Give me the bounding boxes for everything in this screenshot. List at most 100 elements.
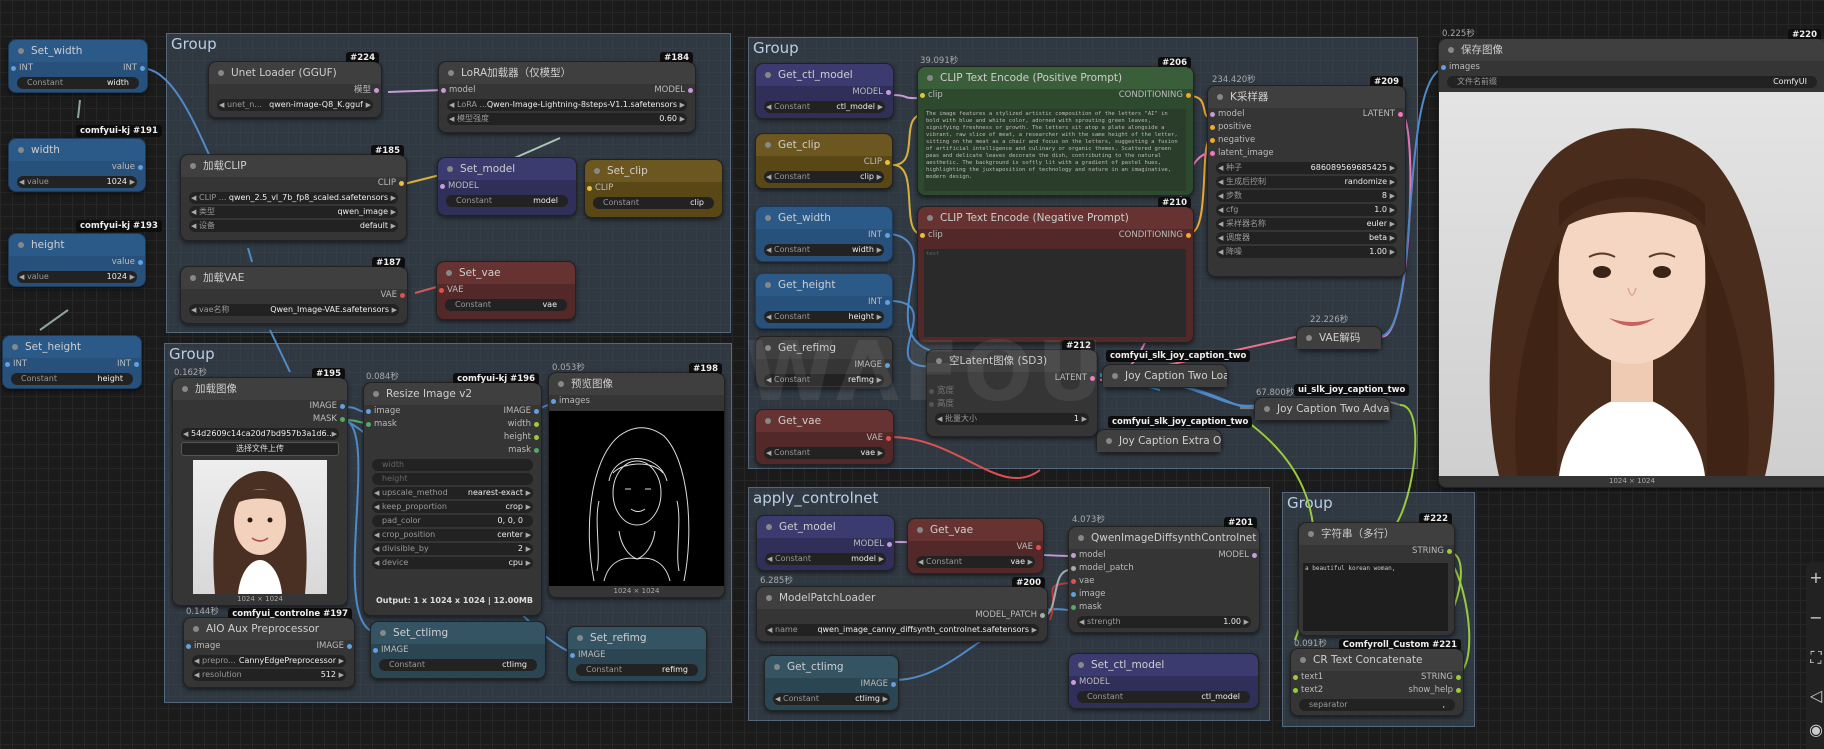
input-slot[interactable]	[1210, 138, 1215, 143]
output-slot[interactable]	[886, 436, 891, 441]
set-refimg-node[interactable]: Set_refimg IMAGE Constant refimg	[567, 626, 707, 682]
output-slot[interactable]	[340, 404, 345, 409]
output-slot[interactable]	[138, 165, 143, 170]
image-select[interactable]: 54d2609c14ca20d7bd957b3a1d6...	[181, 428, 339, 440]
vae-loader-node[interactable]: #187 加载VAE VAE vae名称Qwen_Image-VAE.safet…	[180, 257, 408, 324]
constant-widget[interactable]: Constant refimg	[576, 664, 698, 676]
output-slot[interactable]	[534, 409, 539, 414]
divisible-by-widget[interactable]: divisible_by2	[372, 543, 533, 555]
save-image-node[interactable]: #220 保存图像 images 文件名前缀 ComfyUI 1024 × 102…	[1438, 29, 1824, 488]
height-primitive-node[interactable]: height value value1024	[8, 233, 146, 287]
constant-widget[interactable]: Constant model	[446, 195, 568, 207]
zoom-out-icon[interactable]: −	[1808, 608, 1824, 632]
aio-aux-preprocessor-node[interactable]: comfyui_controlne #197 AIO Aux Preproces…	[183, 608, 355, 688]
input-slot[interactable]	[11, 66, 16, 71]
constant-widget[interactable]: Constant width	[17, 77, 139, 89]
device-select[interactable]: 设备default	[189, 220, 398, 232]
constant-select[interactable]: Constantctl_model	[764, 101, 885, 113]
input-slot[interactable]	[440, 184, 445, 189]
output-slot[interactable]	[688, 88, 693, 93]
model-patch-loader-node[interactable]: #200 ModelPatchLoader MODEL_PATCH nameqw…	[756, 577, 1048, 642]
get-ctlimg-node[interactable]: Get_ctlimg IMAGE Constantctlimg	[764, 655, 899, 711]
negative-prompt-textarea[interactable]: text	[924, 249, 1186, 337]
output-slot[interactable]	[399, 181, 404, 186]
set-width-node[interactable]: Set_width INT INT Constant width	[8, 39, 148, 93]
constant-select[interactable]: Constantclip	[764, 171, 884, 183]
get-width-node[interactable]: Get_width INT Constantwidth	[755, 206, 893, 262]
constant-select[interactable]: Constantvae	[764, 447, 885, 459]
output-slot[interactable]	[140, 66, 145, 71]
output-slot[interactable]	[885, 160, 890, 165]
output-slot[interactable]	[1186, 233, 1191, 238]
output-slot[interactable]	[1398, 112, 1403, 117]
constant-widget[interactable]: Constant clip	[593, 197, 714, 209]
output-slot[interactable]	[374, 88, 379, 93]
preprocessor-select[interactable]: prepro...CannyEdgePreprocessor	[192, 655, 346, 667]
input-slot[interactable]	[1441, 65, 1446, 70]
input-slot[interactable]	[570, 653, 575, 658]
input-slot[interactable]	[920, 233, 925, 238]
output-slot[interactable]	[1447, 549, 1452, 554]
joy-caption-load-node[interactable]: Joy Caption Two Load	[1102, 364, 1228, 388]
vae-name-select[interactable]: vae名称Qwen_Image-VAE.safetensors	[189, 304, 399, 316]
set-height-node[interactable]: Set_height INT INT Constant height	[2, 335, 142, 389]
strength-widget[interactable]: strength1.00	[1077, 616, 1251, 628]
clip-text-encode-positive-node[interactable]: #206 CLIP Text Encode (Positive Prompt) …	[917, 57, 1194, 196]
input-slot[interactable]	[551, 399, 556, 404]
input-slot[interactable]	[1293, 675, 1298, 680]
value-widget[interactable]: value1024	[17, 271, 137, 283]
resize-image-node[interactable]: comfyui-kj #196 Resize Image v2 image IMA…	[363, 373, 542, 616]
width-primitive-node[interactable]: width value value1024	[8, 138, 146, 192]
input-slot[interactable]	[587, 186, 592, 191]
constant-select[interactable]: Constantheight	[764, 311, 884, 323]
seed-widget[interactable]: 种子686089569685425	[1216, 162, 1397, 174]
clip-type-select[interactable]: 类型qwen_image	[189, 206, 398, 218]
upscale-method-select[interactable]: upscale_methodnearest-exact	[372, 487, 533, 499]
preview-image-node[interactable]: #198 预览图像 images 1024 × 1024	[548, 363, 725, 598]
filename-prefix-widget[interactable]: 文件名前缀 ComfyUI	[1447, 76, 1817, 88]
joy-caption-extra-options-node[interactable]: Joy Caption Extra Op	[1096, 429, 1222, 453]
set-ctl-model-node[interactable]: Set_ctl_model MODEL Constant ctl_model	[1068, 653, 1259, 709]
output-slot[interactable]	[1036, 545, 1041, 550]
lora-loader-node[interactable]: #184 LoRA加载器（仅模型） modelMODEL LoRA ...Qwe…	[438, 52, 696, 133]
multiline-string-node[interactable]: #222 字符串（多行） STRING a beautiful korean w…	[1298, 513, 1455, 636]
input-slot[interactable]	[1210, 151, 1215, 156]
separator-widget[interactable]: separator,	[1299, 699, 1455, 711]
cfg-widget[interactable]: cfg1.0	[1216, 204, 1397, 216]
input-slot[interactable]	[366, 409, 371, 414]
input-slot[interactable]	[1071, 680, 1076, 685]
output-slot[interactable]	[1186, 93, 1191, 98]
input-slot[interactable]	[439, 288, 444, 293]
get-model-node[interactable]: Get_model MODEL Constantmodel	[756, 515, 895, 571]
output-slot[interactable]	[347, 644, 352, 649]
output-slot[interactable]	[534, 435, 539, 440]
unet-loader-node[interactable]: #224 Unet Loader (GGUF) 模型 unet_n...qwen…	[208, 52, 382, 118]
input-slot[interactable]	[1210, 125, 1215, 130]
input-slot[interactable]	[1071, 592, 1076, 597]
denoise-widget[interactable]: 降噪1.00	[1216, 246, 1397, 258]
get-ctl-model-node[interactable]: Get_ctl_model MODEL Constantctl_model	[755, 63, 894, 119]
set-clip-node[interactable]: Set_clip CLIP Constant clip	[584, 159, 723, 218]
vae-decode-node[interactable]: VAE解码	[1296, 326, 1382, 350]
steps-widget[interactable]: 步数8	[1216, 190, 1397, 202]
output-slot[interactable]	[534, 422, 539, 427]
value-widget[interactable]: value1024	[17, 176, 137, 188]
constant-select[interactable]: Constantwidth	[764, 244, 884, 256]
input-slot[interactable]	[1210, 112, 1215, 117]
constant-select[interactable]: Constantvae	[916, 556, 1035, 568]
width-widget[interactable]: width	[372, 459, 533, 471]
clip-text-encode-negative-node[interactable]: #210 CLIP Text Encode (Negative Prompt) …	[917, 197, 1194, 343]
pointer-icon[interactable]: ◁	[1808, 686, 1824, 710]
get-height-node[interactable]: Get_height INT Constantheight	[755, 273, 893, 329]
input-slot[interactable]	[1071, 553, 1076, 558]
output-slot[interactable]	[891, 682, 896, 687]
set-vae-node[interactable]: Set_vae VAE Constant vae	[436, 261, 576, 320]
output-slot[interactable]	[400, 293, 405, 298]
input-slot[interactable]	[441, 88, 446, 93]
input-slot[interactable]	[366, 422, 371, 427]
constant-widget[interactable]: Constant ctlimg	[379, 659, 537, 671]
output-slot[interactable]	[340, 417, 345, 422]
output-slot[interactable]	[885, 233, 890, 238]
pad-color-widget[interactable]: pad_color 0, 0, 0	[372, 515, 533, 527]
upload-button[interactable]: 选择文件上传	[181, 442, 339, 456]
